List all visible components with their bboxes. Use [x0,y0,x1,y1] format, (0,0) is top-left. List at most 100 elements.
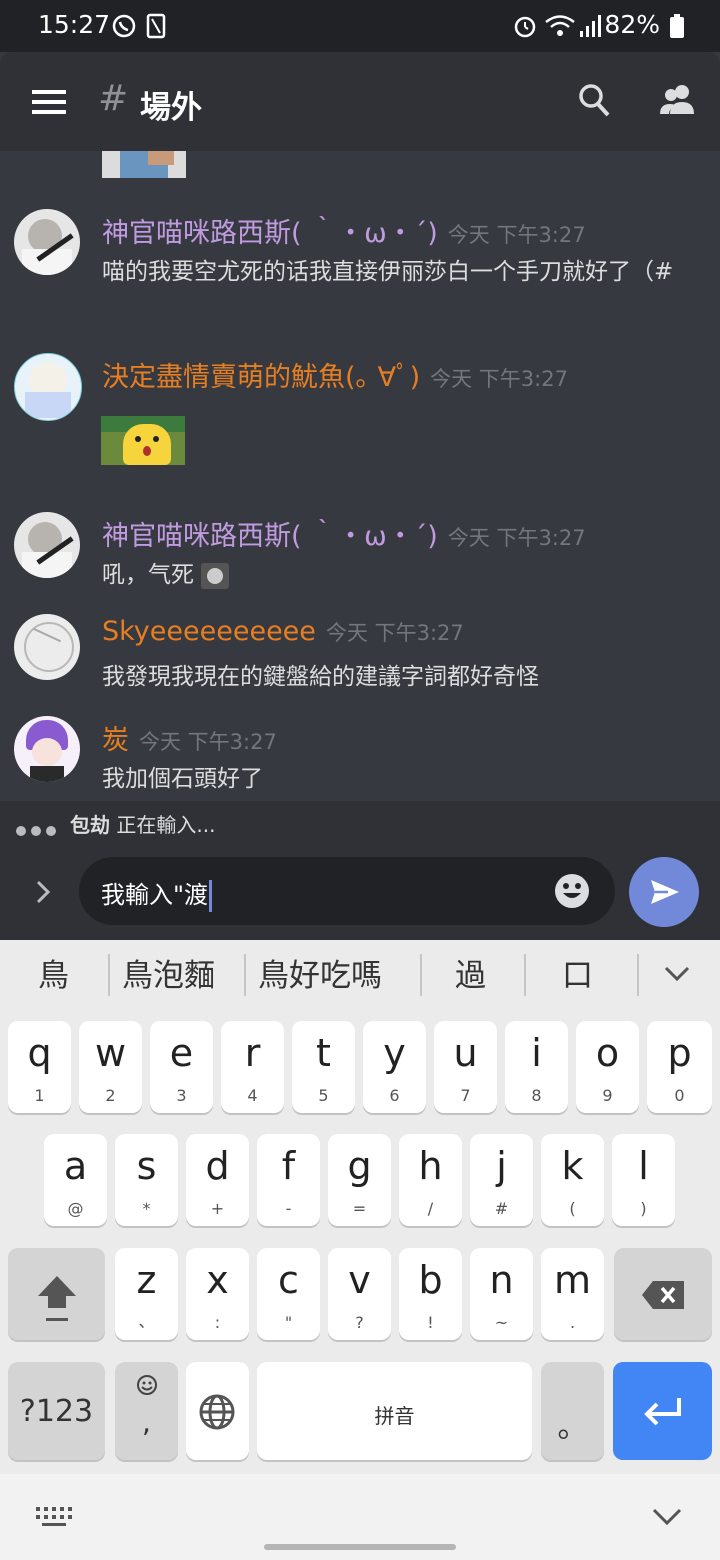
typing-user: 包劫 [70,813,110,837]
key-n[interactable]: n ~ [470,1248,533,1340]
key-d[interactable]: d + [186,1134,249,1226]
avatar[interactable] [14,614,80,680]
key-z[interactable]: z、 [115,1248,178,1340]
key-s[interactable]: s * [115,1134,178,1226]
username[interactable]: 炭 [102,725,129,756]
suggestion-divider [244,954,246,996]
whatsapp-icon [111,13,137,43]
key-y[interactable]: y6 [363,1021,426,1113]
key-a[interactable]: a @ [44,1134,107,1226]
message-text: 我加個石頭好了 [102,766,263,792]
avatar[interactable] [14,209,80,275]
shift-key[interactable] [8,1248,105,1340]
timestamp: 今天 下午3:27 [325,621,464,645]
shift-icon [36,1274,78,1330]
space-key[interactable]: 拼音 [257,1362,532,1460]
period-key[interactable]: 。 [541,1362,604,1460]
enter-key[interactable] [613,1362,712,1460]
keyboard: 鳥 鳥泡麵 鳥好吃嗎 過 口 q1 w2 e3 r4 t5 y6 u7 i8 o… [0,940,720,1560]
backspace-icon [641,1280,685,1314]
message-composer: 我輸入"渡 [0,843,720,940]
nav-bar [0,1474,720,1560]
signal-icon [578,13,604,43]
send-icon [650,879,680,909]
key-m[interactable]: m. [541,1248,604,1340]
timestamp: 今天 下午3:27 [447,526,586,550]
menu-icon[interactable] [32,88,66,120]
key-g[interactable]: g = [328,1134,391,1226]
avatar[interactable] [14,512,80,578]
send-button[interactable] [629,857,699,927]
avatar[interactable] [14,353,82,421]
home-indicator[interactable] [264,1544,456,1550]
suggestion-divider [637,954,639,996]
alarm-icon [512,13,538,43]
username[interactable]: Skyeeeeeeeeee [102,616,316,647]
emoji-icon[interactable] [554,873,590,913]
suggestion-2[interactable]: 鳥泡麵 [122,950,215,995]
suggestion-1[interactable]: 鳥 [38,950,69,995]
channel-header: # 場外 [0,52,720,151]
message-text: 喵的我要空尤死的话我直接伊丽莎白一个手刀就好了（# [102,259,674,285]
key-x[interactable]: x: [186,1248,249,1340]
key-o[interactable]: o9 [576,1021,639,1113]
key-t[interactable]: t5 [292,1021,355,1113]
members-icon[interactable] [658,82,698,122]
search-icon[interactable] [577,82,611,122]
custom-emoji [201,562,230,589]
comma-key[interactable]: , [115,1362,178,1460]
message-input[interactable]: 我輸入"渡 [79,857,615,925]
key-j[interactable]: j # [470,1134,533,1226]
username[interactable]: 神官喵咪路西斯( ｀・ω・´) [102,218,438,249]
timestamp: 今天 下午3:27 [430,367,568,391]
key-h[interactable]: h / [399,1134,462,1226]
key-w[interactable]: w2 [79,1021,142,1113]
suggestion-4[interactable]: 過 [455,950,486,995]
backspace-key[interactable] [614,1248,712,1340]
timestamp: 今天 下午3:27 [447,223,586,247]
message-text: 吼，气死 [102,562,194,588]
expand-suggestions-icon[interactable] [664,966,690,986]
avatar[interactable] [14,716,80,782]
key-e[interactable]: e3 [150,1021,213,1113]
partial-image[interactable] [102,151,186,178]
symbols-key[interactable]: ?123 [8,1362,105,1460]
key-f[interactable]: f- [257,1134,320,1226]
key-r[interactable]: r4 [221,1021,284,1113]
battery-icon [669,13,685,43]
expand-chevron-icon[interactable] [33,879,53,909]
hide-keyboard-icon[interactable] [652,1508,682,1530]
key-c[interactable]: c " [257,1248,320,1340]
suggestion-divider [524,954,526,996]
typing-text: 正在輸入... [116,813,216,837]
suggestion-5[interactable]: 口 [562,950,593,995]
battery-percent: 82% [604,10,660,39]
sim-icon [146,13,166,43]
message-list[interactable]: 神官喵咪路西斯( ｀・ω・´) 今天 下午3:27 喵的我要空尤死的话我直接伊丽莎… [0,151,720,801]
wifi-icon [544,13,576,43]
language-key[interactable] [186,1362,249,1460]
key-l[interactable]: l) [612,1134,675,1226]
suggestion-divider [420,954,422,996]
pikachu-image[interactable] [101,416,185,465]
text-caret [209,880,213,912]
key-u[interactable]: u7 [434,1021,497,1113]
key-p[interactable]: p0 [647,1021,712,1113]
status-time: 15:27 [38,10,111,39]
username[interactable]: 神官喵咪路西斯( ｀・ω・´) [102,521,438,552]
key-b[interactable]: b! [399,1248,462,1340]
channel-title: 場外 [140,90,202,126]
channel-hash-icon: # [98,78,129,119]
username[interactable]: 決定盡情賣萌的魷魚(｡ ∀ﾟ) [102,362,420,393]
key-i[interactable]: i8 [505,1021,568,1113]
typing-indicator: 包劫 正在輸入... [0,801,720,843]
suggestion-3[interactable]: 鳥好吃嗎 [258,950,382,995]
keyboard-switch-icon[interactable] [36,1507,72,1531]
key-k[interactable]: k( [541,1134,604,1226]
key-v[interactable]: v? [328,1248,391,1340]
period-key-label: 。 [557,1410,588,1445]
smiley-icon [136,1374,158,1400]
symbols-key-label: ?123 [19,1394,94,1429]
key-q[interactable]: q1 [8,1021,71,1113]
message-text: 我發現我現在的鍵盤給的建議字詞都好奇怪 [102,664,539,690]
